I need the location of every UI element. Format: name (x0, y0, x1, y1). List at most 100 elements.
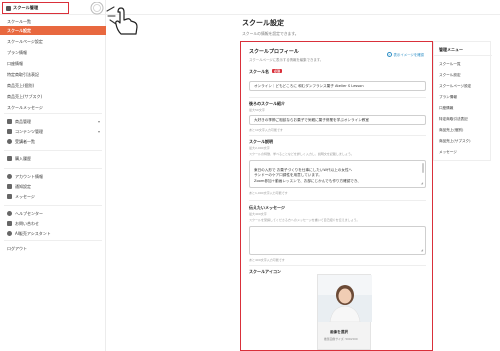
school-intro-input[interactable]: 大好きの季節ご相談ならお菓子で気軽に菓子修業を学ぶオンライン教室 (249, 115, 426, 125)
school-icon-photo (318, 275, 372, 322)
school-name-input[interactable]: オンライン｜どもどころに 和むダンフランス菓子 Atelier S Lesson (249, 81, 426, 91)
folder-icon (7, 129, 12, 134)
sidebar-item-logout[interactable]: ログアウト (0, 244, 106, 253)
chevron-down-icon: ▾ (97, 119, 100, 124)
sidebar-item-content-admin[interactable]: コンテンツ管理 ▾ (0, 127, 106, 136)
sidebar-item-label: プラン情報 (7, 49, 27, 55)
admin-menu-item-commerce-law[interactable]: 特定商取引法表記 (439, 117, 468, 122)
message-icon (7, 194, 12, 199)
sidebar-item-label: メッセージ (15, 193, 35, 199)
sidebar-item-school-message[interactable]: スクールメッセージ (0, 103, 106, 112)
school-description-hint: 最大2,000文字 (249, 146, 270, 150)
preview-link[interactable]: ? 表示イメージを確認 (386, 52, 424, 57)
sidebar-item-label: ヘルプセンター (15, 210, 43, 216)
sidebar-item-label: 購入履歴 (15, 155, 31, 161)
sidebar-item-messages[interactable]: メッセージ (0, 192, 106, 201)
school-name-label-text: スクール名 (249, 69, 269, 74)
sidebar-item-sales-single[interactable]: 商品売上(個別) (0, 81, 106, 90)
section-divider (249, 265, 426, 266)
school-description-text: 東日の入形で お菓子づくりを仕事にしたいW代以上の女性へ サンドーのケア口調性を… (254, 168, 361, 183)
sidebar-header-label: スクール管理 (13, 5, 39, 10)
sidebar-item-bank-info[interactable]: 口座情報 (0, 59, 106, 68)
section-divider (249, 97, 426, 98)
sidebar-item-label: コンテンツ管理 (15, 128, 43, 134)
school-description-counter: あと1,000文字入力可能です (249, 191, 288, 195)
ai-icon (7, 231, 12, 236)
sidebar-divider (4, 205, 102, 206)
school-description-note: スクールの特徴、学べることなどを詳しく入力し、説明文を記載しましょう。 (249, 152, 354, 156)
textarea-scrollbar[interactable] (422, 163, 424, 173)
sidebar-item-notification-settings[interactable]: 通知設定 (0, 182, 106, 191)
message-label: 伝えたいメッセージ (249, 205, 285, 210)
section-divider (249, 200, 426, 201)
page-title: スクール設定 (242, 19, 284, 27)
admin-menu-panel: 管理メニュー スクール一覧 スクール設定 スクールページ設定 プラン情報 口座情… (433, 41, 492, 161)
school-name-label: スクール名 必須 (249, 69, 283, 75)
sidebar-item-label: スクール設定 (7, 27, 31, 33)
sidebar: スクール管理 スクール一覧 スクール設定 スクールページ設定 プラン情報 口座情… (0, 0, 106, 351)
school-icon-label: スクールアイコン (249, 269, 281, 274)
admin-menu-item-messages[interactable]: メッセージ (439, 150, 457, 155)
school-intro-hint: 最大50文字 (249, 108, 265, 112)
message-hint: 最大400文字 (249, 212, 267, 216)
admin-menu-item-school-page-settings[interactable]: スクールページ設定 (439, 84, 471, 89)
app-window: スクール管理 スクール一覧 スクール設定 スクールページ設定 プラン情報 口座情… (0, 0, 500, 351)
section-divider (249, 135, 426, 136)
sidebar-item-label: 受講者一覧 (15, 138, 35, 144)
admin-menu-item-plan-info[interactable]: プラン情報 (439, 95, 457, 100)
school-intro-counter: あと10文字入力可能です (249, 128, 283, 132)
required-badge: 必須 (272, 69, 283, 73)
message-textarea[interactable]: ◢ (249, 226, 426, 255)
admin-menu-item-sales-single[interactable]: 商品売上(個別) (439, 128, 463, 133)
resize-handle-icon[interactable]: ◢ (421, 248, 423, 253)
admin-menu-item-sales-subscription[interactable]: 商品売上(サブスク) (439, 139, 471, 144)
sidebar-item-label: ログアウト (7, 245, 27, 251)
pointer-hand-icon (90, 2, 138, 35)
sidebar-header-school-admin[interactable]: スクール管理 (2, 2, 69, 14)
sidebar-item-help-center[interactable]: ヘルプセンター (0, 209, 106, 218)
sidebar-item-label: スクールページ設定 (7, 38, 43, 44)
receipt-icon (7, 156, 12, 161)
top-header (106, 0, 500, 15)
profile-card-title: スクールプロフィール (249, 49, 299, 55)
resize-handle-icon[interactable]: ◢ (421, 181, 423, 186)
sidebar-item-label: 商品売上(個別) (7, 82, 35, 88)
sidebar-divider (4, 240, 102, 241)
school-description-label: スクール説明 (249, 139, 273, 144)
home-icon (6, 5, 11, 11)
sidebar-item-commerce-law[interactable]: 特定商取引法表記 (0, 70, 106, 79)
sidebar-item-sales-subscription[interactable]: 商品売上(サブスク) (0, 92, 106, 101)
sidebar-item-product-admin[interactable]: 商品管理 ▾ (0, 117, 106, 126)
school-description-textarea[interactable]: 東日の入形で お菓子づくりを仕事にしたいW代以上の女性へ サンドーのケア口調性を… (249, 160, 426, 188)
question-icon: ? (386, 52, 392, 57)
sidebar-item-ai-assistant[interactable]: AI販売アシスタント (0, 229, 106, 238)
sidebar-item-label: 特定商取引法表記 (7, 71, 39, 77)
sidebar-item-contact[interactable]: お問い合わせ (0, 219, 106, 228)
sidebar-item-students[interactable]: 受講者一覧 (0, 137, 106, 146)
sidebar-item-label: AI販売アシスタント (15, 230, 51, 236)
box-icon (7, 119, 12, 124)
sidebar-item-school-page-settings[interactable]: スクールページ設定 (0, 37, 106, 46)
sidebar-item-plan-info[interactable]: プラン情報 (0, 48, 106, 57)
select-image-button[interactable]: 画像を選択 (330, 330, 348, 335)
user-icon (7, 174, 12, 179)
admin-menu-title: 管理メニュー (439, 47, 463, 52)
bell-icon (7, 184, 12, 189)
admin-menu-item-bank-info[interactable]: 口座情報 (439, 106, 453, 111)
sidebar-item-account-info[interactable]: アカウント情報 (0, 172, 106, 181)
sidebar-item-label: 口座情報 (7, 60, 23, 66)
sidebar-item-label: 商品売上(サブスク) (7, 93, 43, 99)
image-size-note: 推奨画像サイズ: 500x500 (324, 337, 358, 341)
message-note: スクールを受講してくださる方へのメッセージを書いて自己紹介を伝えましょう。 (249, 218, 360, 222)
sidebar-item-purchase-history[interactable]: 購入履歴 (0, 154, 106, 163)
sidebar-item-label: 商品管理 (15, 118, 31, 124)
users-icon (7, 139, 12, 144)
sidebar-item-label: 通知設定 (15, 183, 31, 189)
school-icon-picker[interactable]: 画像を選択 推奨画像サイズ: 500x500 (317, 274, 372, 350)
chevron-down-icon: ▾ (97, 129, 100, 134)
profile-card-description: スクールページに表示する情報を編集できます。 (249, 58, 324, 62)
admin-menu-item-school-list[interactable]: スクール一覧 (439, 62, 461, 67)
admin-menu-item-school-settings[interactable]: スクール設定 (439, 73, 461, 78)
school-intro-label: 後ろのスクール紹介 (249, 101, 285, 106)
sidebar-divider (4, 168, 102, 169)
